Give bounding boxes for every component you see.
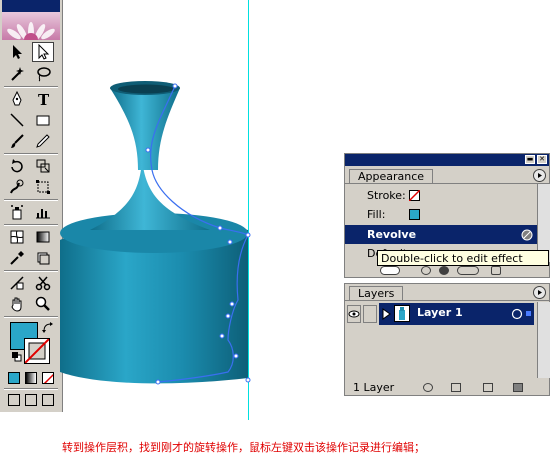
- duplicate-item-icon[interactable]: [457, 266, 479, 275]
- graph-tool-icon[interactable]: [32, 202, 54, 222]
- line-tool-icon[interactable]: [6, 110, 28, 130]
- make-clipping-mask-icon[interactable]: [423, 383, 433, 392]
- stroke-label: Stroke:: [367, 189, 406, 202]
- target-circle-icon[interactable]: [511, 308, 523, 320]
- visibility-eye-icon[interactable]: [347, 305, 361, 323]
- reduce-to-basic-icon[interactable]: [439, 266, 449, 275]
- layer-name: Layer 1: [417, 306, 463, 319]
- rectangle-tool-icon[interactable]: [32, 110, 54, 130]
- eyedropper-tool-icon[interactable]: [6, 248, 28, 268]
- clear-appearance-icon[interactable]: [421, 266, 431, 275]
- layers-menu-icon[interactable]: [533, 286, 546, 299]
- fill-label: Fill:: [367, 208, 386, 221]
- create-new-sublayer-icon[interactable]: [451, 383, 461, 392]
- palette-title-bar: ▬ ✕: [345, 154, 549, 166]
- selection-tool-icon[interactable]: [6, 42, 28, 62]
- stroke-none-swatch: [409, 190, 420, 201]
- tab-appearance[interactable]: Appearance: [349, 169, 434, 184]
- tooltip: Double-click to edit effect: [377, 250, 549, 266]
- standard-screen-mode-button[interactable]: [8, 394, 20, 406]
- pen-tool-icon[interactable]: [6, 89, 28, 109]
- layer-count: 1 Layer: [353, 381, 395, 394]
- expand-triangle-icon[interactable]: [381, 308, 391, 320]
- gradient-tool-icon[interactable]: [32, 227, 54, 247]
- stroke-color-swatch[interactable]: [24, 338, 50, 364]
- warp-tool-icon[interactable]: [6, 177, 28, 197]
- revolve-effect-label: Revolve: [367, 228, 417, 241]
- symbol-sprayer-tool-icon[interactable]: [6, 202, 28, 222]
- zoom-tool-icon[interactable]: [32, 294, 54, 314]
- svg-text:T: T: [38, 91, 50, 107]
- mesh-tool-icon[interactable]: [6, 227, 28, 247]
- direct-selection-tool-icon[interactable]: [32, 42, 54, 62]
- free-transform-tool-icon[interactable]: [32, 177, 54, 197]
- default-fill-stroke-icon[interactable]: [12, 352, 22, 362]
- layer-thumbnail: [394, 305, 410, 322]
- layers-palette: Layers Layer 1 1 Layer: [344, 283, 550, 396]
- scissors-tool-icon[interactable]: [32, 273, 54, 293]
- appearance-row-fill[interactable]: Fill:: [345, 205, 537, 224]
- tab-layers[interactable]: Layers: [349, 286, 404, 301]
- toolbox: T: [0, 0, 63, 412]
- selection-indicator: [526, 311, 531, 316]
- hand-tool-icon[interactable]: [6, 294, 28, 314]
- create-new-layer-icon[interactable]: [483, 383, 493, 392]
- full-screen-mode-button[interactable]: [42, 394, 54, 406]
- close-icon[interactable]: ✕: [537, 155, 547, 164]
- gradient-mode-button[interactable]: [25, 372, 37, 384]
- delete-layer-icon[interactable]: [513, 383, 523, 392]
- minimize-icon[interactable]: ▬: [525, 155, 535, 164]
- layers-scrollbar[interactable]: [537, 302, 550, 378]
- tutorial-caption: 转到操作层积，找到刚才的旋转操作，鼠标左键双击该操作记录进行编辑；: [62, 441, 425, 454]
- pencil-tool-icon[interactable]: [32, 131, 54, 151]
- none-mode-button[interactable]: [42, 372, 54, 384]
- paintbrush-tool-icon[interactable]: [6, 131, 28, 151]
- lasso-tool-icon[interactable]: [32, 64, 54, 84]
- new-art-basic-appearance-icon[interactable]: [380, 266, 400, 275]
- appearance-row-revolve[interactable]: Revolve: [345, 225, 537, 244]
- layer-row[interactable]: Layer 1: [379, 303, 534, 325]
- lock-toggle[interactable]: [363, 305, 377, 323]
- blend-tool-icon[interactable]: [6, 273, 28, 293]
- full-screen-menu-mode-button[interactable]: [25, 394, 37, 406]
- fill-swatch: [409, 209, 420, 220]
- toolbox-header-flower-icon: [2, 0, 60, 40]
- scale-tool-icon[interactable]: [32, 156, 54, 176]
- color-mode-button[interactable]: [8, 372, 20, 384]
- type-tool-icon[interactable]: T: [32, 89, 54, 109]
- rotate-tool-icon[interactable]: [6, 156, 28, 176]
- paint-bucket-tool-icon[interactable]: [32, 248, 54, 268]
- swap-fill-stroke-icon[interactable]: [42, 322, 54, 337]
- palette-menu-icon[interactable]: [533, 169, 546, 182]
- effect-fx-icon[interactable]: [521, 229, 533, 241]
- magic-wand-tool-icon[interactable]: [6, 64, 28, 84]
- appearance-row-stroke[interactable]: Stroke:: [345, 186, 537, 205]
- new-item-icon[interactable]: [491, 266, 501, 275]
- revolved-vase-artwork[interactable]: [60, 80, 260, 410]
